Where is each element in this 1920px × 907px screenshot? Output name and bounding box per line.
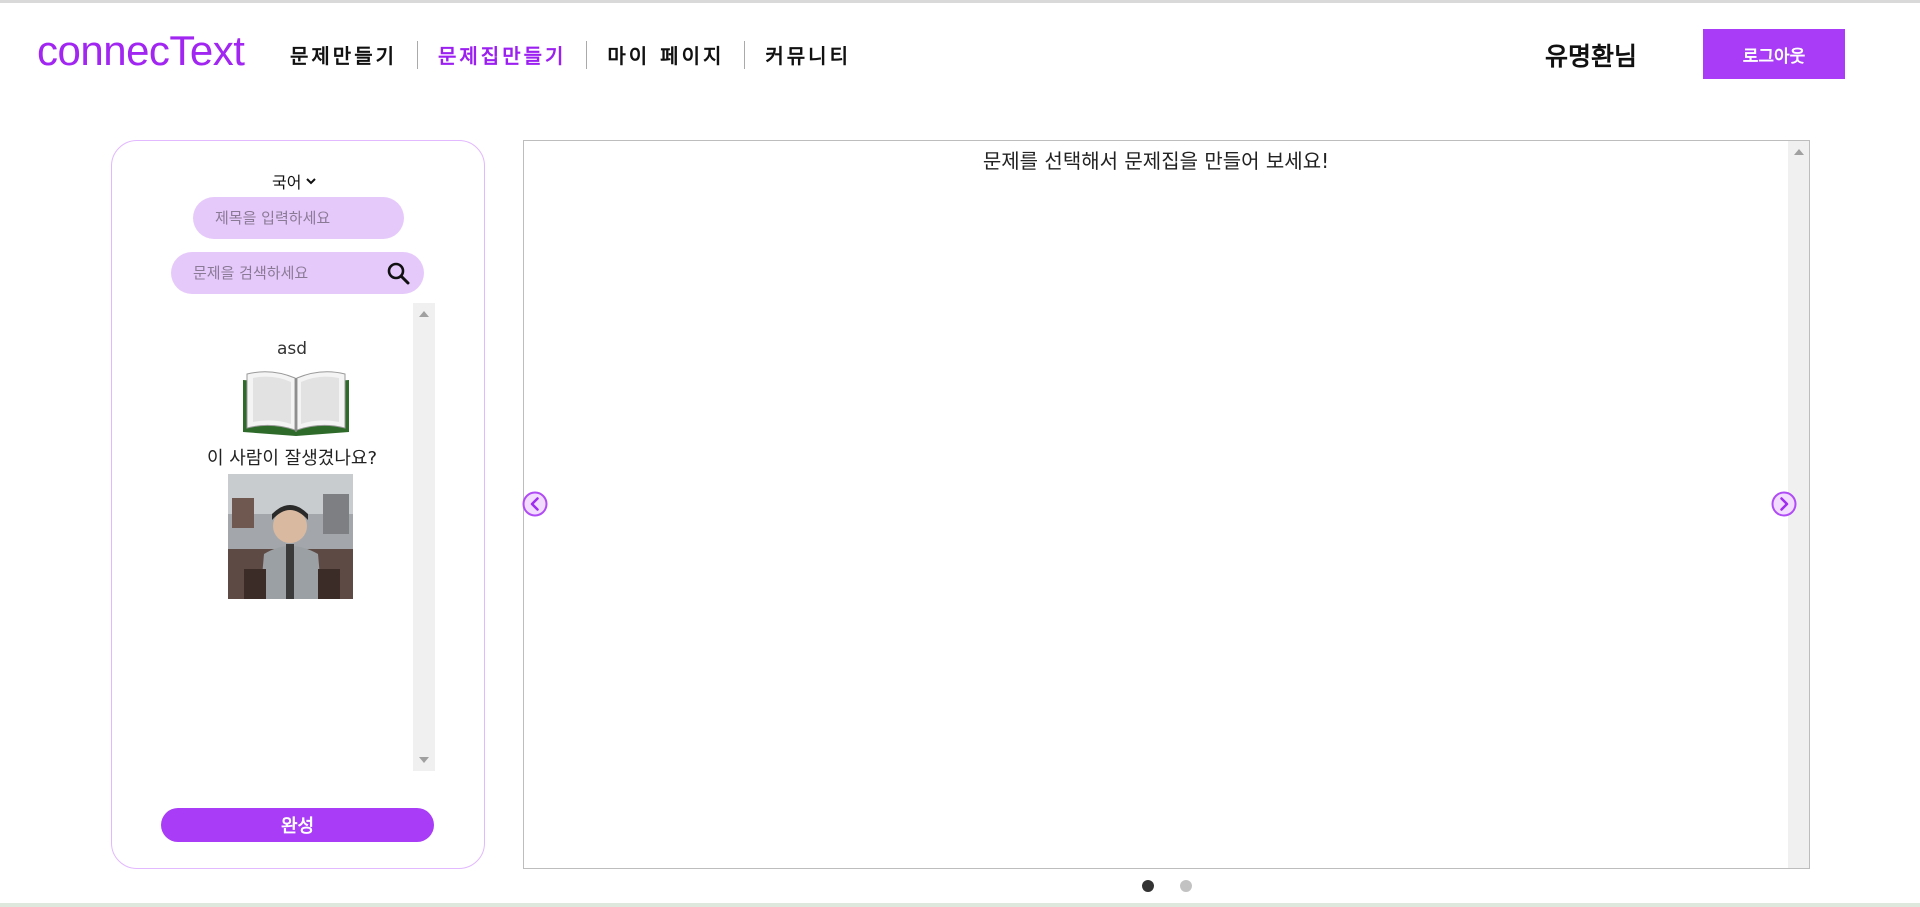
- question-text: 이 사람이 잘생겼나요?: [206, 448, 378, 469]
- question-item-title: asd: [276, 339, 308, 359]
- book-icon: [243, 371, 349, 436]
- list-item[interactable]: asd 이 사람이 잘생겼나요?: [171, 301, 413, 601]
- subject-select-value: 국어: [272, 173, 302, 192]
- question-search-input[interactable]: [171, 252, 376, 294]
- empty-state-message: 문제를 선택해서 문제집을 만들어 보세요!: [982, 149, 1330, 173]
- scroll-up-arrow-icon[interactable]: [1794, 149, 1804, 155]
- chevron-down-icon: [306, 178, 317, 185]
- nav-create-workbook[interactable]: 문제집만들기: [418, 40, 586, 69]
- page-dot-1[interactable]: [1142, 880, 1154, 892]
- workbook-preview-panel: 문제를 선택해서 문제집을 만들어 보세요!: [522, 140, 1810, 869]
- page-indicator: [1142, 880, 1192, 892]
- nav-my-page[interactable]: 마이 페이지: [587, 40, 744, 69]
- bottom-divider: [0, 903, 1920, 907]
- username: 유명환님: [1545, 42, 1638, 71]
- next-page-icon[interactable]: [1771, 491, 1797, 517]
- question-photo: [228, 474, 353, 599]
- question-search-bar: [171, 252, 424, 294]
- logo[interactable]: connecText: [37, 27, 245, 75]
- question-list-scrollbar[interactable]: [413, 303, 435, 771]
- previous-page-icon[interactable]: [522, 491, 548, 517]
- question-picker-panel: 국어 asd 이 사람이 잘생겼나요?: [111, 140, 485, 869]
- scroll-up-arrow-icon[interactable]: [419, 311, 429, 317]
- nav-create-question[interactable]: 문제만들기: [270, 40, 417, 69]
- subject-select[interactable]: 국어: [272, 169, 317, 193]
- main-nav: 문제만들기 문제집만들기 마이 페이지 커뮤니티: [270, 40, 871, 69]
- question-list: asd 이 사람이 잘생겼나요?: [171, 301, 441, 771]
- search-icon[interactable]: [386, 261, 410, 285]
- done-button[interactable]: 완성: [161, 808, 434, 842]
- page-dot-2[interactable]: [1180, 880, 1192, 892]
- scroll-down-arrow-icon[interactable]: [419, 757, 429, 763]
- logout-button[interactable]: 로그아웃: [1703, 29, 1845, 79]
- nav-community[interactable]: 커뮤니티: [745, 40, 871, 69]
- workbook-title-input[interactable]: [193, 197, 404, 239]
